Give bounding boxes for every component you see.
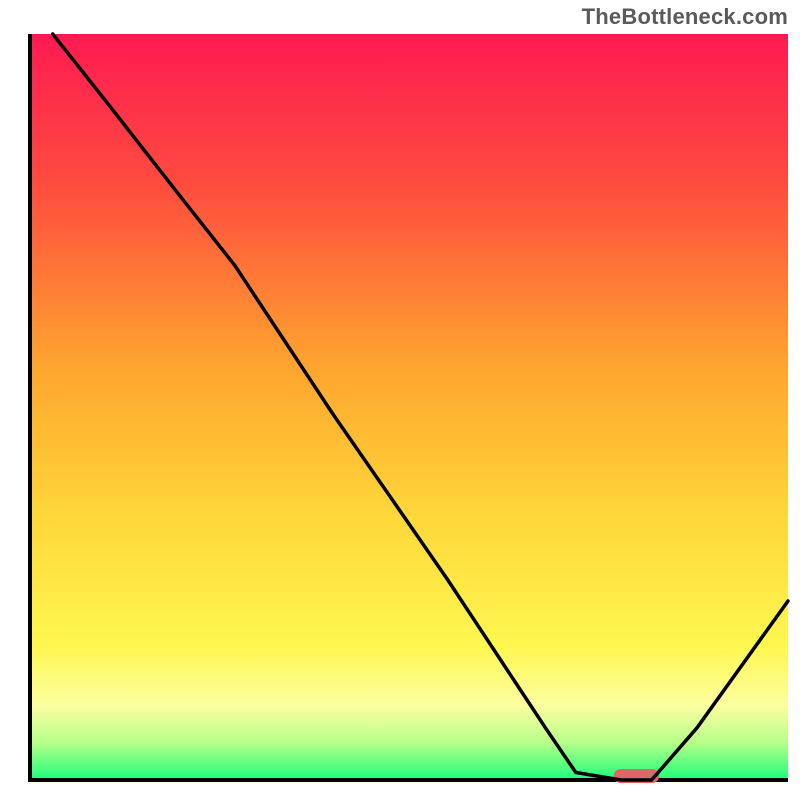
bottleneck-chart	[0, 0, 800, 800]
watermark-text: TheBottleneck.com	[582, 4, 788, 30]
chart-background-gradient	[30, 34, 788, 780]
